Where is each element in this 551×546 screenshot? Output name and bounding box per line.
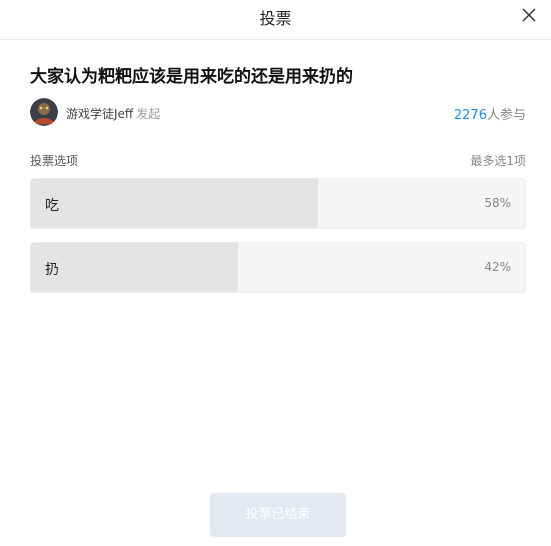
author-row: 游戏学徒Jeff 发起 2276人参与 xyxy=(30,98,526,126)
option-progress-fill xyxy=(31,243,239,292)
vote-ended-button[interactable]: 投票已结束 xyxy=(210,493,346,537)
poll-option-throw[interactable]: 扔 42% xyxy=(30,242,526,293)
dialog-title: 投票 xyxy=(259,9,292,28)
author-suffix: 发起 xyxy=(136,107,161,121)
option-percent: 58% xyxy=(484,196,511,210)
option-label: 吃 xyxy=(45,198,59,214)
options-label: 投票选项 xyxy=(30,154,79,168)
author-name-text[interactable]: 游戏学徒Jeff xyxy=(66,107,133,121)
participant-unit: 人参与 xyxy=(486,108,526,123)
option-percent: 42% xyxy=(484,260,511,274)
author-name[interactable]: 游戏学徒Jeff 发起 xyxy=(66,105,160,122)
poll-question: 大家认为粑粑应该是用来吃的还是用来扔的 xyxy=(30,67,353,87)
participant-number: 2276 xyxy=(453,108,487,123)
avatar[interactable] xyxy=(30,98,58,126)
participant-count: 2276人参与 xyxy=(454,104,526,123)
options-limit: 最多选1项 xyxy=(470,154,526,168)
poll-option-eat[interactable]: 吃 58% xyxy=(30,178,526,229)
option-progress-fill xyxy=(31,179,318,228)
dialog-header: 投票 xyxy=(0,0,551,40)
option-label: 扔 xyxy=(45,262,59,278)
close-icon[interactable] xyxy=(521,7,537,23)
